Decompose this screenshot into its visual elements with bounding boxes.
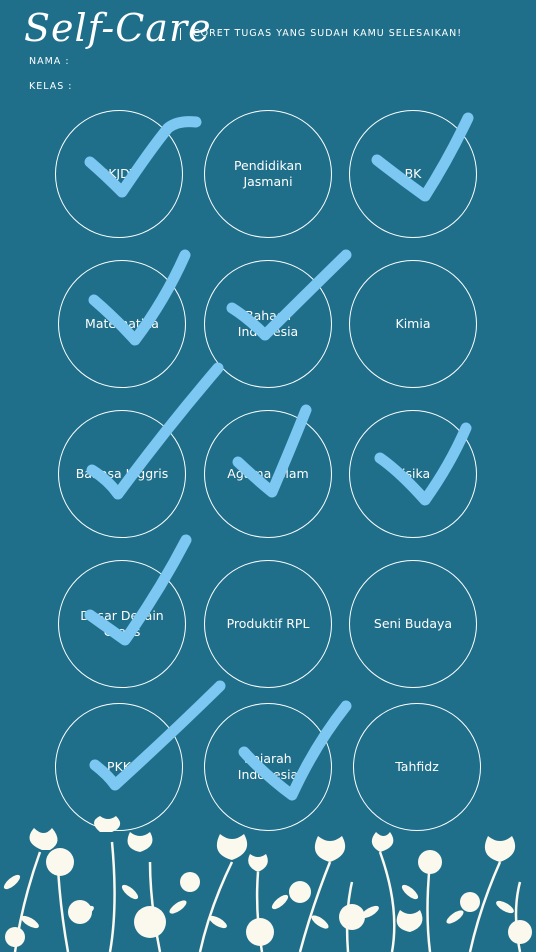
- subject-circle-agama-islam[interactable]: Agama Islam: [204, 410, 332, 538]
- subject-circle-bk[interactable]: BK: [349, 110, 477, 238]
- subject-label: Agama Islam: [227, 466, 309, 481]
- name-field-label: NAMA :: [29, 56, 70, 67]
- subject-label: Tahfidz: [395, 759, 439, 774]
- subject-label: Produktif RPL: [226, 616, 310, 631]
- instruction-text: CORET TUGAS YANG SUDAH KAMU SELESAIKAN!: [193, 28, 463, 39]
- subject-circle-pkjdt[interactable]: PKJDT: [55, 110, 183, 238]
- floral-decoration: [3, 816, 532, 952]
- subject-label: Bahasa Inggris: [75, 466, 169, 481]
- page-title: Self-Care: [24, 6, 212, 50]
- subject-label: Sejarah Indonesia: [237, 751, 299, 782]
- subject-label: Fisika: [395, 466, 431, 481]
- subject-circle-fisika[interactable]: Fisika: [349, 410, 477, 538]
- subject-circle-produktif-rpl[interactable]: Produktif RPL: [204, 560, 332, 688]
- header: Self-Care CORET TUGAS YANG SUDAH KAMU SE…: [0, 0, 536, 110]
- subject-circle-bahasa-inggris[interactable]: Bahasa Inggris: [58, 410, 186, 538]
- subject-circle-dasar-desain-grafis[interactable]: Dasar Desain Grafis: [58, 560, 186, 688]
- subject-circle-matematika[interactable]: Matematika: [58, 260, 186, 388]
- subject-label: Kimia: [395, 316, 431, 331]
- subject-circle-bahasa-indonesia[interactable]: Bahasa Indonesia: [204, 260, 332, 388]
- class-field-label: KELAS :: [29, 81, 73, 92]
- subject-label: Dasar Desain Grafis: [80, 608, 164, 639]
- title-separator: [180, 28, 181, 40]
- subject-label: PKJDT: [100, 166, 138, 181]
- subject-label: Seni Budaya: [373, 616, 453, 631]
- subject-circle-kimia[interactable]: Kimia: [349, 260, 477, 388]
- subject-label: BK: [404, 166, 422, 181]
- subject-circle-seni-budaya[interactable]: Seni Budaya: [349, 560, 477, 688]
- subject-label: Matematika: [85, 316, 159, 331]
- subject-label: Pendidikan Jasmani: [233, 158, 303, 189]
- subject-label: Bahasa Indonesia: [237, 308, 299, 339]
- subject-label: PKK: [107, 759, 131, 774]
- subject-circle-pendidikan-jasmani[interactable]: Pendidikan Jasmani: [204, 110, 332, 238]
